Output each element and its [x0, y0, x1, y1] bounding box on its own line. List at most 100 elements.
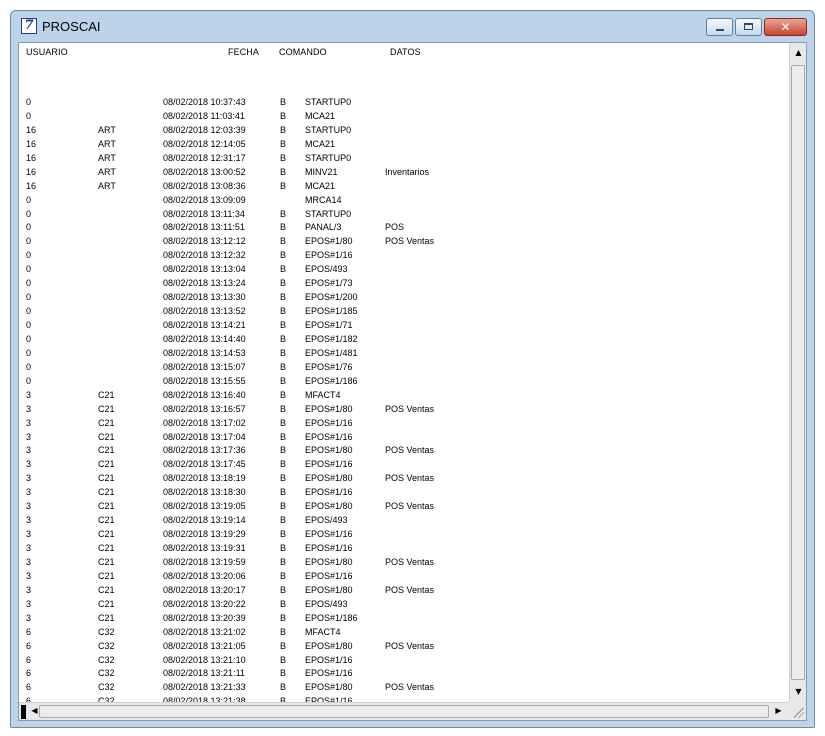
- row-flag: B: [280, 97, 287, 107]
- row-date: 08/02/2018 13:19:29: [163, 529, 246, 540]
- row-name: C21: [98, 529, 115, 540]
- row-user: 0: [26, 292, 32, 303]
- table-row[interactable]: 3 C21 08/02/2018 13:19:59 B EPOS#1/80 POS Ven…: [19, 557, 789, 571]
- row-name: C21: [98, 612, 115, 623]
- row-command: EPOS#1/16: [305, 529, 353, 540]
- table-row[interactable]: 3 C21 08/02/2018 13:20:39 B EPOS#1/186: [19, 613, 789, 627]
- table-row[interactable]: 16 ART 08/02/2018 13:00:52 B MINV21 Inventari…: [19, 167, 789, 181]
- vertical-scrollbar[interactable]: ▲ ▼: [789, 43, 806, 702]
- row-name: C32: [98, 640, 115, 651]
- row-flag: B: [280, 278, 287, 289]
- scroll-right-arrow-icon[interactable]: ▶: [771, 703, 786, 719]
- row-flag: B: [280, 292, 287, 303]
- row-user: 3: [26, 445, 32, 456]
- row-user: 0: [26, 208, 32, 219]
- table-row[interactable]: 16 ART 08/02/2018 12:14:05 B MCA21: [19, 139, 789, 153]
- minimize-button[interactable]: [706, 18, 733, 36]
- table-row[interactable]: 0 08/02/2018 13:09:09 MRCA14: [19, 195, 789, 209]
- table-row[interactable]: 3 C21 08/02/2018 13:16:40 B MFACT4: [19, 390, 789, 404]
- table-row[interactable]: 0 08/02/2018 10:37:43 B STARTUP0: [19, 97, 789, 111]
- row-flag: B: [280, 682, 287, 693]
- resize-grip-icon[interactable]: [789, 702, 806, 720]
- table-row[interactable]: 6 C32 08/02/2018 13:21:33 B EPOS#1/80 POS Ven…: [19, 682, 789, 696]
- row-user: 0: [26, 110, 32, 121]
- row-command: EPOS#1/16: [305, 543, 353, 553]
- table-row[interactable]: 3 C21 08/02/2018 13:20:17 B EPOS#1/80 POS Ven…: [19, 585, 789, 599]
- row-user: 16: [26, 152, 37, 163]
- row-name: C21: [98, 417, 115, 428]
- scroll-down-arrow-icon[interactable]: ▼: [791, 684, 806, 700]
- scroll-up-arrow-icon[interactable]: ▲: [791, 45, 806, 61]
- table-row[interactable]: 3 C21 08/02/2018 13:18:19 B EPOS#1/80 POS Ven…: [19, 473, 789, 487]
- table-row[interactable]: 3 C21 08/02/2018 13:17:04 B EPOS#1/16: [19, 432, 789, 446]
- row-name: C21: [98, 431, 115, 442]
- row-flag: B: [280, 487, 287, 498]
- row-user: 3: [26, 598, 32, 609]
- row-command: STARTUP0: [305, 97, 352, 107]
- table-row[interactable]: 6 C32 08/02/2018 13:21:05 B EPOS#1/80 POS Ven…: [19, 641, 789, 655]
- horizontal-scroll-thumb[interactable]: [39, 705, 769, 718]
- row-user: 16: [26, 180, 37, 191]
- row-flag: B: [280, 529, 287, 540]
- row-user: 0: [26, 333, 32, 344]
- row-flag: B: [280, 250, 287, 261]
- table-row[interactable]: 0 08/02/2018 13:15:55 B EPOS#1/186: [19, 376, 789, 390]
- table-row[interactable]: 6 C32 08/02/2018 13:21:11 B EPOS#1/16: [19, 668, 789, 682]
- table-row[interactable]: 0 08/02/2018 11:03:41 B MCA21: [19, 111, 789, 125]
- table-row[interactable]: 3 C21 08/02/2018 13:19:29 B EPOS#1/16: [19, 529, 789, 543]
- maximize-button[interactable]: [735, 18, 762, 36]
- row-date: 08/02/2018 13:15:55: [163, 375, 246, 386]
- row-user: 0: [26, 236, 32, 247]
- row-flag: B: [280, 403, 287, 414]
- table-row[interactable]: 16 ART 08/02/2018 13:08:36 B MCA21: [19, 181, 789, 195]
- row-flag: B: [280, 236, 287, 247]
- table-row[interactable]: 0 08/02/2018 13:14:53 B EPOS#1/481: [19, 348, 789, 362]
- horizontal-scrollbar[interactable]: ◀ ▶: [19, 702, 789, 720]
- row-data: POS Ventas: [385, 556, 435, 567]
- row-command: EPOS#1/80: [305, 473, 353, 484]
- row-date: 08/02/2018 12:03:39: [163, 124, 246, 135]
- table-row[interactable]: 6 C32 08/02/2018 13:21:02 B MFACT4: [19, 627, 789, 641]
- table-row[interactable]: 0 08/02/2018 13:13:52 B EPOS#1/185: [19, 306, 789, 320]
- table-row[interactable]: 6 C32 08/02/2018 13:21:10 B EPOS#1/16: [19, 655, 789, 669]
- table-row[interactable]: 0 08/02/2018 13:13:04 B EPOS/493: [19, 264, 789, 278]
- table-row[interactable]: 0 08/02/2018 13:12:32 B EPOS#1/16: [19, 250, 789, 264]
- row-data: POS Ventas: [385, 403, 435, 414]
- close-button[interactable]: ✕: [764, 18, 807, 36]
- row-name: C21: [98, 501, 115, 512]
- title-bar[interactable]: 7 PROSCAI ✕: [11, 11, 814, 43]
- table-row[interactable]: 16 ART 08/02/2018 12:03:39 B STARTUP0: [19, 125, 789, 139]
- table-row[interactable]: 0 08/02/2018 13:13:30 B EPOS#1/200: [19, 292, 789, 306]
- vertical-scroll-thumb[interactable]: [791, 65, 805, 680]
- table-row[interactable]: 3 C21 08/02/2018 13:18:30 B EPOS#1/16: [19, 487, 789, 501]
- row-flag: B: [280, 570, 287, 581]
- row-command: EPOS/493: [305, 598, 348, 609]
- table-row[interactable]: 3 C21 08/02/2018 13:17:45 B EPOS#1/16: [19, 459, 789, 473]
- row-user: 3: [26, 417, 32, 428]
- table-row[interactable]: 3 C21 08/02/2018 13:16:57 B EPOS#1/80 POS Ven…: [19, 404, 789, 418]
- table-row[interactable]: 3 C21 08/02/2018 13:20:22 B EPOS/493: [19, 599, 789, 613]
- table-row[interactable]: 0 08/02/2018 13:12:12 B EPOS#1/80 POS Ventas: [19, 236, 789, 250]
- table-row[interactable]: 3 C21 08/02/2018 13:17:36 B EPOS#1/80 POS Ven…: [19, 445, 789, 459]
- table-row[interactable]: 16 ART 08/02/2018 12:31:17 B STARTUP0: [19, 153, 789, 167]
- row-user: 0: [26, 320, 32, 330]
- table-row[interactable]: 3 C21 08/02/2018 13:20:06 B EPOS#1/16: [19, 571, 789, 585]
- table-row[interactable]: 0 08/02/2018 13:11:34 B STARTUP0: [19, 209, 789, 223]
- row-date: 08/02/2018 13:14:53: [163, 347, 246, 358]
- row-date: 08/02/2018 13:12:32: [163, 250, 246, 261]
- table-row[interactable]: 3 C21 08/02/2018 13:19:05 B EPOS#1/80 POS Ven…: [19, 501, 789, 515]
- table-row[interactable]: 0 08/02/2018 13:11:51 B PANAL/3 POS: [19, 222, 789, 236]
- table-row[interactable]: 3 C21 08/02/2018 13:19:14 B EPOS/493: [19, 515, 789, 529]
- row-name: C21: [98, 515, 115, 526]
- table-row[interactable]: 0 08/02/2018 13:14:21 B EPOS#1/71: [19, 320, 789, 334]
- row-flag: B: [280, 306, 287, 317]
- table-row[interactable]: 0 08/02/2018 13:15:07 B EPOS#1/76: [19, 362, 789, 376]
- row-command: STARTUP0: [305, 152, 352, 163]
- row-name: C32: [98, 668, 115, 679]
- table-row[interactable]: 0 08/02/2018 13:14:40 B EPOS#1/182: [19, 334, 789, 348]
- row-command: MCA21: [305, 138, 336, 149]
- table-row[interactable]: 0 08/02/2018 13:13:24 B EPOS#1/73: [19, 278, 789, 292]
- table-row[interactable]: 3 C21 08/02/2018 13:19:31 B EPOS#1/16: [19, 543, 789, 557]
- row-command: MRCA14: [305, 194, 342, 205]
- table-row[interactable]: 3 C21 08/02/2018 13:17:02 B EPOS#1/16: [19, 418, 789, 432]
